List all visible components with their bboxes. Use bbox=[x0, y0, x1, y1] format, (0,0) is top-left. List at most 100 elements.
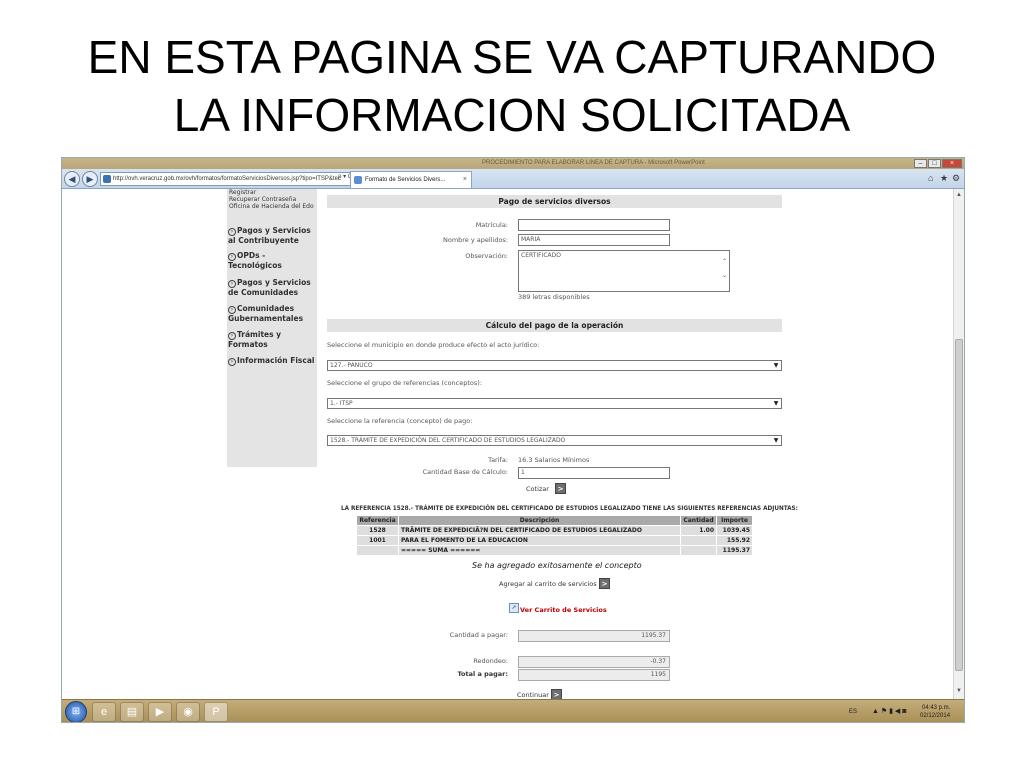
tab-formato-servicios[interactable]: Formato de Servicios Divers... × bbox=[350, 171, 472, 188]
home-icon[interactable]: ⌂ bbox=[928, 173, 933, 183]
start-button-icon[interactable]: ⊞ bbox=[65, 701, 87, 722]
sidebar-link-oficina[interactable]: Oficina de Hacienda del Edo bbox=[229, 203, 314, 210]
column-header: Cantidad bbox=[680, 515, 717, 526]
add-cart-label: Agregar al carrito de servicios bbox=[499, 580, 597, 588]
arrow-circle-icon: › bbox=[228, 253, 236, 261]
table-cell: 1528 bbox=[356, 525, 399, 536]
table-row: 1001 PARA EL FOMENTO DE LA EDUCACION 155… bbox=[356, 535, 753, 546]
sidebar-item-opds[interactable]: › OPDs - Tecnológicos bbox=[228, 251, 316, 270]
tarifa-label: Tarifa: bbox=[488, 456, 508, 464]
table-row: ===== SUMA ====== 1195.37 bbox=[356, 545, 753, 556]
sidebar-item-informacion-fiscal[interactable]: › Información Fiscal bbox=[228, 356, 316, 366]
scroll-down-icon[interactable]: ▼ bbox=[955, 687, 963, 696]
slide-title: EN ESTA PAGINA SE VA CAPTURANDO LA INFOR… bbox=[0, 28, 1024, 144]
window-title: PROCEDIMIENTO PARA ELABORAR LINEA DE CAP… bbox=[482, 160, 705, 166]
minimize-icon[interactable]: – bbox=[914, 159, 927, 168]
tab-close-icon[interactable]: × bbox=[463, 172, 467, 188]
sidebar: Registrar Recuperar Contraseña Oficina d… bbox=[227, 189, 317, 467]
cantidad-base-input[interactable]: 1 bbox=[518, 467, 670, 479]
matricula-input[interactable] bbox=[518, 219, 670, 231]
table-cell: 1.00 bbox=[680, 525, 717, 536]
scroll-down-icon[interactable]: ⌄ bbox=[722, 271, 727, 281]
chevron-down-icon: ▼ bbox=[773, 437, 779, 444]
referencia-label: Seleccione la referencia (concepto) de p… bbox=[327, 417, 473, 425]
nombre-input[interactable]: MARIA bbox=[518, 234, 670, 246]
main-form: Pago de servicios diversos Matrícula: No… bbox=[326, 189, 798, 709]
tray-icons[interactable]: ▲ ⚑ ▮ ◀ ◙ bbox=[872, 708, 906, 715]
references-table: Referencia Descripción Cantidad Importe … bbox=[356, 515, 753, 556]
chevron-down-icon: ▼ bbox=[773, 362, 779, 369]
table-cell: 1001 bbox=[356, 535, 399, 546]
powerpoint-icon[interactable]: P bbox=[204, 702, 228, 722]
redondeo-label: Redondeo: bbox=[473, 657, 508, 665]
sidebar-item-tramites[interactable]: › Trámites y Formatos bbox=[228, 330, 316, 349]
internet-explorer-icon[interactable]: e bbox=[92, 702, 116, 722]
scroll-up-icon[interactable]: ⌃ bbox=[722, 257, 727, 267]
language-indicator[interactable]: ES bbox=[849, 709, 857, 716]
table-cell: TRÃMITE DE EXPEDICIÃ?N DEL CERTIFICADO D… bbox=[398, 525, 681, 536]
back-icon[interactable]: ◀ bbox=[64, 171, 80, 187]
column-header: Importe bbox=[716, 515, 753, 526]
table-cell: 1039.45 bbox=[716, 525, 753, 536]
table-cell: 155.92 bbox=[716, 535, 753, 546]
cart-icon[interactable]: ➚ bbox=[509, 603, 519, 613]
redondeo-field: -0.37 bbox=[518, 656, 670, 668]
close-icon[interactable]: × bbox=[942, 159, 962, 168]
clock-time[interactable]: 04:43 p.m. bbox=[922, 705, 950, 712]
view-cart-link[interactable]: Ver Carrito de Servicios bbox=[520, 606, 607, 615]
letters-remaining: 389 letras disponibles bbox=[518, 293, 590, 301]
table-cell: 1195.37 bbox=[716, 545, 753, 556]
matricula-label: Matrícula: bbox=[475, 221, 508, 229]
window-title-bar: PROCEDIMIENTO PARA ELABORAR LINEA DE CAP… bbox=[62, 158, 964, 169]
address-url: http://ovh.veracruz.gob.mx/ovh/formatos/… bbox=[113, 176, 341, 182]
slide-title-line1: EN ESTA PAGINA SE VA CAPTURANDO bbox=[87, 31, 937, 83]
tab-favicon-icon bbox=[354, 176, 362, 184]
cantidad-pagar-field: 1195.37 bbox=[518, 630, 670, 642]
address-bar[interactable]: http://ovh.veracruz.gob.mx/ovh/formatos/… bbox=[100, 172, 354, 186]
arrow-circle-icon: › bbox=[228, 306, 236, 314]
referencia-select[interactable]: 1528.- TRÁMITE DE EXPEDICIÓN DEL CERTIFI… bbox=[327, 435, 782, 446]
maximize-icon[interactable]: □ bbox=[928, 159, 941, 168]
sidebar-link-recuperar[interactable]: Recuperar Contraseña bbox=[229, 196, 296, 203]
sidebar-item-pagos-contribuyente[interactable]: › Pagos y Servicios al Contribuyente bbox=[228, 226, 316, 245]
media-player-icon[interactable]: ▶ bbox=[148, 702, 172, 722]
municipio-select[interactable]: 127.- PANUCO ▼ bbox=[327, 360, 782, 371]
chrome-icon[interactable]: ◉ bbox=[176, 702, 200, 722]
browser-toolbar: ◀ ▶ http://ovh.veracruz.gob.mx/ovh/forma… bbox=[62, 169, 964, 189]
gear-icon[interactable]: ⚙ bbox=[952, 173, 960, 184]
tarifa-value: 16.3 Salarios Mínimos bbox=[518, 456, 590, 464]
success-message: Se ha agregado exitosamente el concepto bbox=[472, 561, 642, 570]
scroll-up-icon[interactable]: ▲ bbox=[955, 191, 963, 200]
cantidad-pagar-label: Cantidad a pagar: bbox=[449, 631, 508, 639]
cotizar-button[interactable]: > bbox=[555, 483, 566, 494]
star-icon[interactable]: ★ bbox=[940, 173, 948, 184]
table-cell bbox=[680, 545, 717, 556]
folder-icon[interactable]: ▤ bbox=[120, 702, 144, 722]
sidebar-item-comunidades-gubernamentales[interactable]: › Comunidades Gubernamentales bbox=[228, 304, 316, 323]
tab-label: Formato de Servicios Divers... bbox=[365, 177, 446, 183]
cotizar-label: Cotizar bbox=[526, 485, 549, 493]
chevron-down-icon: ▼ bbox=[773, 400, 779, 407]
sidebar-link-registrar[interactable]: Registrar bbox=[229, 189, 256, 196]
add-to-cart-button[interactable]: > bbox=[599, 578, 610, 589]
table-cell: ===== SUMA ====== bbox=[398, 545, 681, 556]
grupo-label: Seleccione el grupo de referencias (conc… bbox=[327, 379, 483, 387]
clock-date[interactable]: 02/12/2014 bbox=[920, 713, 950, 720]
page-scrollbar[interactable]: ▲ ▼ bbox=[953, 189, 964, 699]
observacion-textarea[interactable]: CERTIFICADO ⌃ ⌄ bbox=[518, 250, 730, 292]
table-cell bbox=[356, 545, 399, 556]
observacion-label: Observación: bbox=[465, 252, 508, 260]
grupo-select[interactable]: 1.- ITSP ▼ bbox=[327, 398, 782, 409]
table-row: 1528 TRÃMITE DE EXPEDICIÃ?N DEL CERTIFIC… bbox=[356, 525, 753, 536]
column-header: Referencia bbox=[356, 515, 399, 526]
table-cell: PARA EL FOMENTO DE LA EDUCACION bbox=[398, 535, 681, 546]
sidebar-item-pagos-comunidades[interactable]: › Pagos y Servicios de Comunidades bbox=[228, 278, 316, 297]
arrow-circle-icon: › bbox=[228, 228, 236, 236]
nombre-label: Nombre y apellidos: bbox=[442, 236, 508, 244]
arrow-circle-icon: › bbox=[228, 280, 236, 288]
arrow-circle-icon: › bbox=[228, 332, 236, 340]
forward-icon[interactable]: ▶ bbox=[82, 171, 98, 187]
scrollbar-thumb[interactable] bbox=[955, 339, 963, 671]
references-heading: LA REFERENCIA 1528.- TRÁMITE DE EXPEDICI… bbox=[341, 506, 798, 512]
slide-title-line2: LA INFORMACION SOLICITADA bbox=[173, 89, 851, 141]
